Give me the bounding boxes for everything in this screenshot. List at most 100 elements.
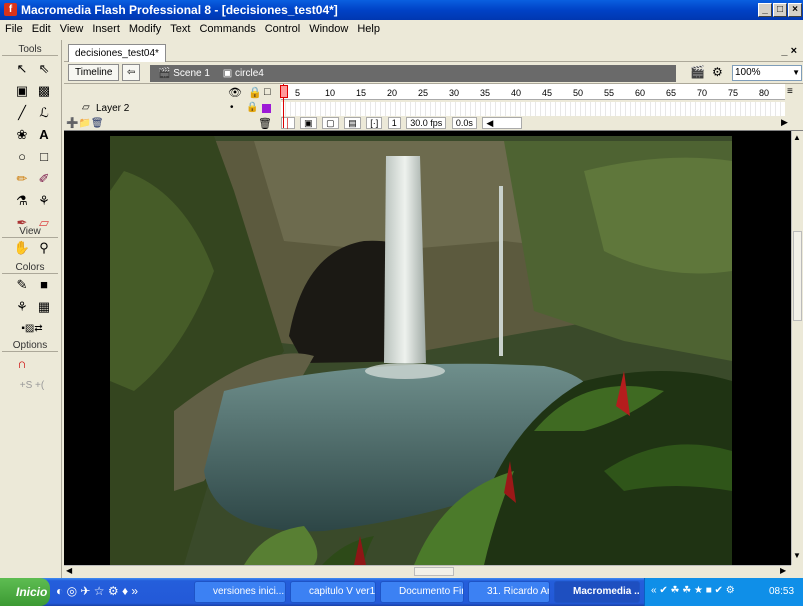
ruler-tick: 40	[511, 88, 522, 98]
menu-edit[interactable]: Edit	[27, 20, 55, 35]
flash-app-icon: f	[4, 3, 17, 16]
ruler-tick: 60	[635, 88, 646, 98]
scroll-right-icon[interactable]: ▶	[780, 566, 786, 575]
oval-tool-icon[interactable]: ○	[12, 148, 32, 166]
taskbar-item-ricardo[interactable]: 31. Ricardo Ar...	[468, 581, 550, 603]
ruler-tick: 65	[666, 88, 677, 98]
edit-symbol-icon[interactable]: ⚙	[712, 65, 723, 79]
pen-tool-icon[interactable]: ❀	[12, 126, 32, 144]
frame-ruler[interactable]: 5 10 15 20 25 30 35 40 45 50 55 60 65 70…	[281, 84, 785, 100]
timeline-panel: 👁 🔒 □ 5 10 15 20 25 30 35 40 45 50 55 60…	[64, 84, 803, 131]
zoom-value: 100%	[735, 67, 761, 78]
document-window-controls[interactable]: _ ×	[781, 45, 797, 57]
brush-tool-icon[interactable]: ✐	[34, 170, 54, 188]
taskbar-item-documento[interactable]: Documento Fin...	[380, 581, 464, 603]
menu-help[interactable]: Help	[352, 20, 384, 35]
edit-scene-icon[interactable]: 🎬	[690, 65, 705, 79]
stage[interactable]	[64, 131, 791, 565]
stage-horizontal-scrollbar[interactable]: ◀ ▶	[64, 565, 791, 578]
tray-icons[interactable]: « ✔ ☘ ☘ ★ ■ ✔ ⚙	[651, 585, 735, 596]
menu-file[interactable]: File	[0, 20, 27, 35]
document-tab[interactable]: decisiones_test04*	[68, 44, 166, 62]
lasso-tool-icon[interactable]: ℒ	[34, 104, 54, 122]
menu-text[interactable]: Text	[165, 20, 194, 35]
color-swap-icons[interactable]: ▪▨⇄	[12, 320, 52, 338]
view-header: View	[2, 226, 58, 238]
start-button[interactable]: Inicio	[0, 578, 50, 606]
add-layer-icons[interactable]: ➕📁🗑	[66, 118, 104, 129]
menu-commands[interactable]: Commands	[194, 20, 259, 35]
playhead[interactable]	[280, 84, 291, 128]
frame-rate[interactable]: 30.0 fps	[406, 117, 447, 129]
fill-color-icon[interactable]: ⚘	[12, 298, 32, 316]
ink-bottle-tool-icon[interactable]: ⚗	[12, 192, 32, 210]
hand-tool-icon[interactable]: ✋	[12, 239, 32, 257]
rectangle-tool-icon[interactable]: □	[34, 148, 54, 166]
stroke-color-icon[interactable]: ✎	[12, 276, 32, 294]
ruler-tick: 25	[418, 88, 429, 98]
layer-outline-color[interactable]	[262, 104, 271, 113]
timeline-hscroll[interactable]: ◀	[482, 117, 523, 129]
delete-layer-icon[interactable]: 🗑	[258, 117, 272, 130]
timeline-toggle-button[interactable]: Timeline	[68, 64, 120, 81]
stage-vertical-scrollbar[interactable]: ▲ ▼	[791, 131, 803, 565]
edit-multiple-icon[interactable]: ▤	[344, 117, 361, 129]
eye-icon[interactable]: 👁	[228, 86, 242, 99]
menu-view[interactable]: View	[55, 20, 88, 35]
scene-label[interactable]: Scene 1	[173, 68, 210, 79]
snap-magnet-icon[interactable]: ∩	[12, 355, 32, 373]
ruler-tick: 15	[356, 88, 367, 98]
back-arrow-icon[interactable]: ⇦	[122, 64, 141, 81]
menu-window[interactable]: Window	[304, 20, 352, 35]
lock-icon[interactable]: 🔒	[248, 86, 262, 99]
horizontal-scroll-thumb[interactable]	[414, 567, 454, 576]
tools-panel: Tools ↖ ⇖ ▣ ▩ ╱ ℒ ❀ A ○ □ ✏ ✐ ⚗ ⚘ ✒ ▱ Vi…	[0, 40, 62, 578]
timeline-status: │ ▣ ▢ ▤ [·] 1 30.0 fps 0.0s ◀	[281, 117, 525, 131]
free-transform-tool-icon[interactable]: ▣	[12, 82, 32, 100]
options-header: Options	[2, 340, 58, 352]
paint-bucket-tool-icon[interactable]: ⚘	[34, 192, 54, 210]
zoom-select[interactable]: 100% ▼	[732, 65, 802, 81]
vertical-scroll-thumb[interactable]	[793, 231, 802, 321]
menu-insert[interactable]: Insert	[87, 20, 124, 35]
ruler-tick: 5	[295, 88, 301, 98]
clock[interactable]: 08:53	[769, 586, 794, 597]
layer-name[interactable]: Layer 2	[96, 103, 129, 114]
taskbar-item-capitulo[interactable]: capitulo V ver1...	[290, 581, 376, 603]
smooth-straighten-icons[interactable]: +S +(	[12, 377, 52, 395]
pencil-tool-icon[interactable]: ✏	[12, 170, 32, 188]
menu-control[interactable]: Control	[260, 20, 304, 35]
scroll-up-icon[interactable]: ▲	[793, 133, 801, 142]
ruler-tick: 55	[604, 88, 615, 98]
fill-color-swatch[interactable]: ▦	[34, 298, 54, 316]
timeline-scroll-right[interactable]: ▶	[781, 117, 788, 128]
onion-outline-icon[interactable]: ▢	[322, 117, 339, 129]
taskbar-item-versiones[interactable]: versiones inici...	[194, 581, 286, 603]
outline-icon[interactable]: □	[264, 86, 271, 98]
close-button[interactable]: ×	[788, 3, 802, 17]
taskbar-item-macromedia[interactable]: Macromedia ...	[554, 581, 640, 603]
layer-lock-icon[interactable]: 🔒	[246, 102, 258, 113]
subselection-tool-icon[interactable]: ⇖	[34, 60, 54, 78]
menu-modify[interactable]: Modify	[124, 20, 165, 35]
text-tool-icon[interactable]: A	[34, 126, 54, 144]
quick-launch-icons[interactable]: ◐ ◎ ✈ ☆ ⚙ ♦ »	[56, 584, 138, 598]
stroke-color-swatch[interactable]: ■	[34, 276, 54, 294]
ruler-tick: 45	[542, 88, 553, 98]
breadcrumb: 🎬 Scene 1 ▣ circle4	[150, 65, 676, 82]
playhead-marker[interactable]	[280, 85, 288, 98]
symbol-label[interactable]: circle4	[235, 68, 264, 79]
zoom-tool-icon[interactable]: ⚲	[34, 239, 54, 257]
selection-tool-icon[interactable]: ↖	[12, 60, 32, 78]
onion-markers-icon[interactable]: [·]	[366, 117, 383, 129]
maximize-button[interactable]: □	[773, 3, 787, 17]
scroll-down-icon[interactable]: ▼	[793, 551, 801, 560]
onion-skin-icon[interactable]: ▣	[300, 117, 317, 129]
timeline-menu-icon[interactable]: ≡	[787, 86, 793, 97]
layer-visible-dot[interactable]: •	[230, 102, 234, 113]
minimize-button[interactable]: _	[758, 3, 772, 17]
line-tool-icon[interactable]: ╱	[12, 104, 32, 122]
scroll-left-icon[interactable]: ◀	[66, 566, 72, 575]
frames-row[interactable]	[281, 102, 785, 116]
fill-transform-tool-icon[interactable]: ▩	[34, 82, 54, 100]
